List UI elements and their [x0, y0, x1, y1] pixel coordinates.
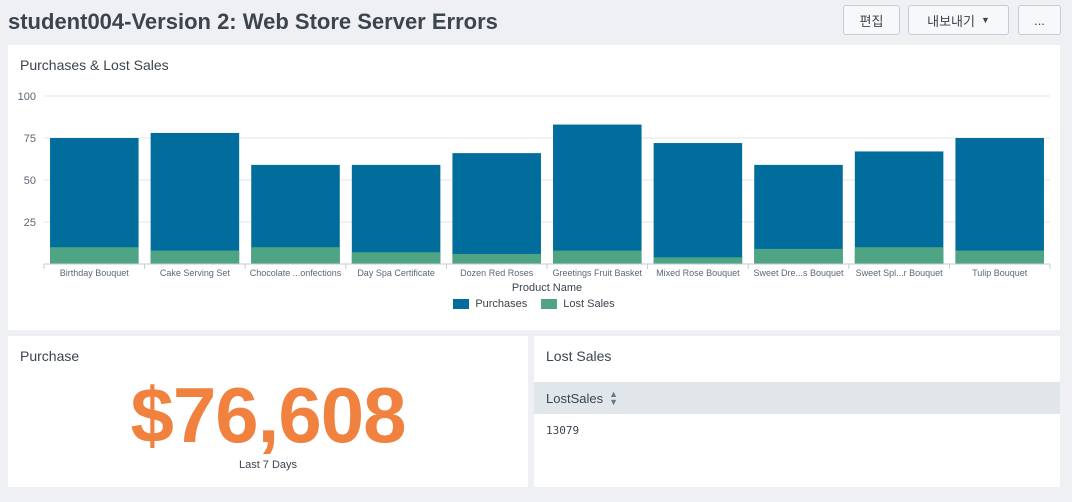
x-tick-label: Sweet Spl...r Bouquet	[856, 268, 944, 278]
edit-button[interactable]: 편집	[843, 5, 900, 35]
bar-purchases[interactable]	[653, 143, 743, 264]
purchase-panel-title: Purchase	[20, 348, 80, 364]
table-cell: 13079	[546, 424, 580, 437]
bar-lost-sales[interactable]	[553, 250, 642, 264]
legend-swatch-lost-sales	[541, 299, 558, 309]
export-button-label: 내보내기	[927, 13, 975, 29]
legend-item-lost-sales[interactable]: Lost Sales	[541, 298, 615, 310]
column-header-label: LostSales	[546, 390, 604, 406]
x-tick-label: Greetings Fruit Basket	[553, 268, 643, 278]
bar-purchases[interactable]	[955, 138, 1044, 264]
x-tick-label: Cake Serving Set	[160, 268, 231, 278]
bar-lost-sales[interactable]	[351, 252, 441, 264]
more-icon: ...	[1034, 12, 1045, 28]
chart-legend: Purchases Lost Sales	[8, 298, 1060, 310]
x-tick-label: Sweet Dre...s Bouquet	[753, 268, 844, 278]
lost-sales-panel-title: Lost Sales	[546, 348, 612, 364]
purchase-total-value: $76,608	[130, 371, 407, 459]
export-button[interactable]: 내보내기 ▼	[908, 5, 1009, 35]
bar-purchases[interactable]	[854, 151, 944, 264]
y-tick-label: 25	[24, 217, 36, 229]
bar-chart: 25 50 75 100 Birthday Bouquet Cake Serving Se…	[18, 91, 1051, 294]
bar-lost-sales[interactable]	[854, 247, 944, 264]
x-tick-label: Birthday Bouquet	[60, 268, 130, 278]
bar-lost-sales[interactable]	[955, 250, 1044, 264]
bar-purchases[interactable]	[351, 164, 441, 264]
dashboard-title: student004-Version 2: Web Store Server E…	[8, 9, 498, 34]
dashboard-header: student004-Version 2: Web Store Server E…	[0, 0, 1072, 44]
bar-purchases[interactable]	[553, 124, 642, 264]
legend-swatch-purchases	[453, 299, 470, 309]
y-tick-label: 75	[24, 133, 36, 145]
bar-purchases[interactable]	[452, 153, 541, 264]
legend-item-purchases[interactable]: Purchases	[453, 298, 527, 310]
bar-lost-sales[interactable]	[150, 250, 240, 264]
bar-purchases[interactable]	[150, 132, 240, 264]
x-tick-label: Tulip Bouquet	[972, 268, 1028, 278]
purchase-panel: Purchase $76,608 Last 7 Days	[8, 336, 528, 487]
y-tick-label: 100	[18, 91, 36, 103]
x-axis-title: Product Name	[512, 282, 582, 294]
lostsales-column-header[interactable]: LostSales ▲ ▼	[534, 382, 1060, 414]
bar-lost-sales[interactable]	[251, 247, 340, 264]
chevron-down-icon: ▼	[980, 15, 990, 25]
lost-sales-panel: Lost Sales LostSales ▲ ▼ 13079	[534, 336, 1060, 487]
legend-label-purchases: Purchases	[475, 298, 528, 310]
x-tick-label: Day Spa Certificate	[357, 268, 435, 278]
x-tick-label: Chocolate ...onfections	[250, 268, 342, 278]
more-button[interactable]: ...	[1018, 5, 1061, 35]
bar-lost-sales[interactable]	[653, 257, 743, 264]
chart-panel: Purchases & Lost Sales 25 50 75 100 Birthday…	[8, 45, 1060, 330]
edit-button-label: 편집	[859, 13, 884, 29]
legend-label-lost-sales: Lost Sales	[563, 298, 615, 310]
bar-lost-sales[interactable]	[754, 248, 843, 264]
y-tick-label: 50	[24, 175, 36, 187]
bar-lost-sales[interactable]	[50, 247, 139, 264]
x-tick-label: Dozen Red Roses	[460, 268, 534, 278]
sort-icon[interactable]: ▲ ▼	[609, 390, 618, 407]
bar-lost-sales[interactable]	[452, 253, 541, 264]
x-tick-label: Mixed Rose Bouquet	[656, 268, 740, 278]
purchase-subtext: Last 7 Days	[238, 459, 298, 471]
bar-purchases[interactable]	[50, 138, 139, 264]
